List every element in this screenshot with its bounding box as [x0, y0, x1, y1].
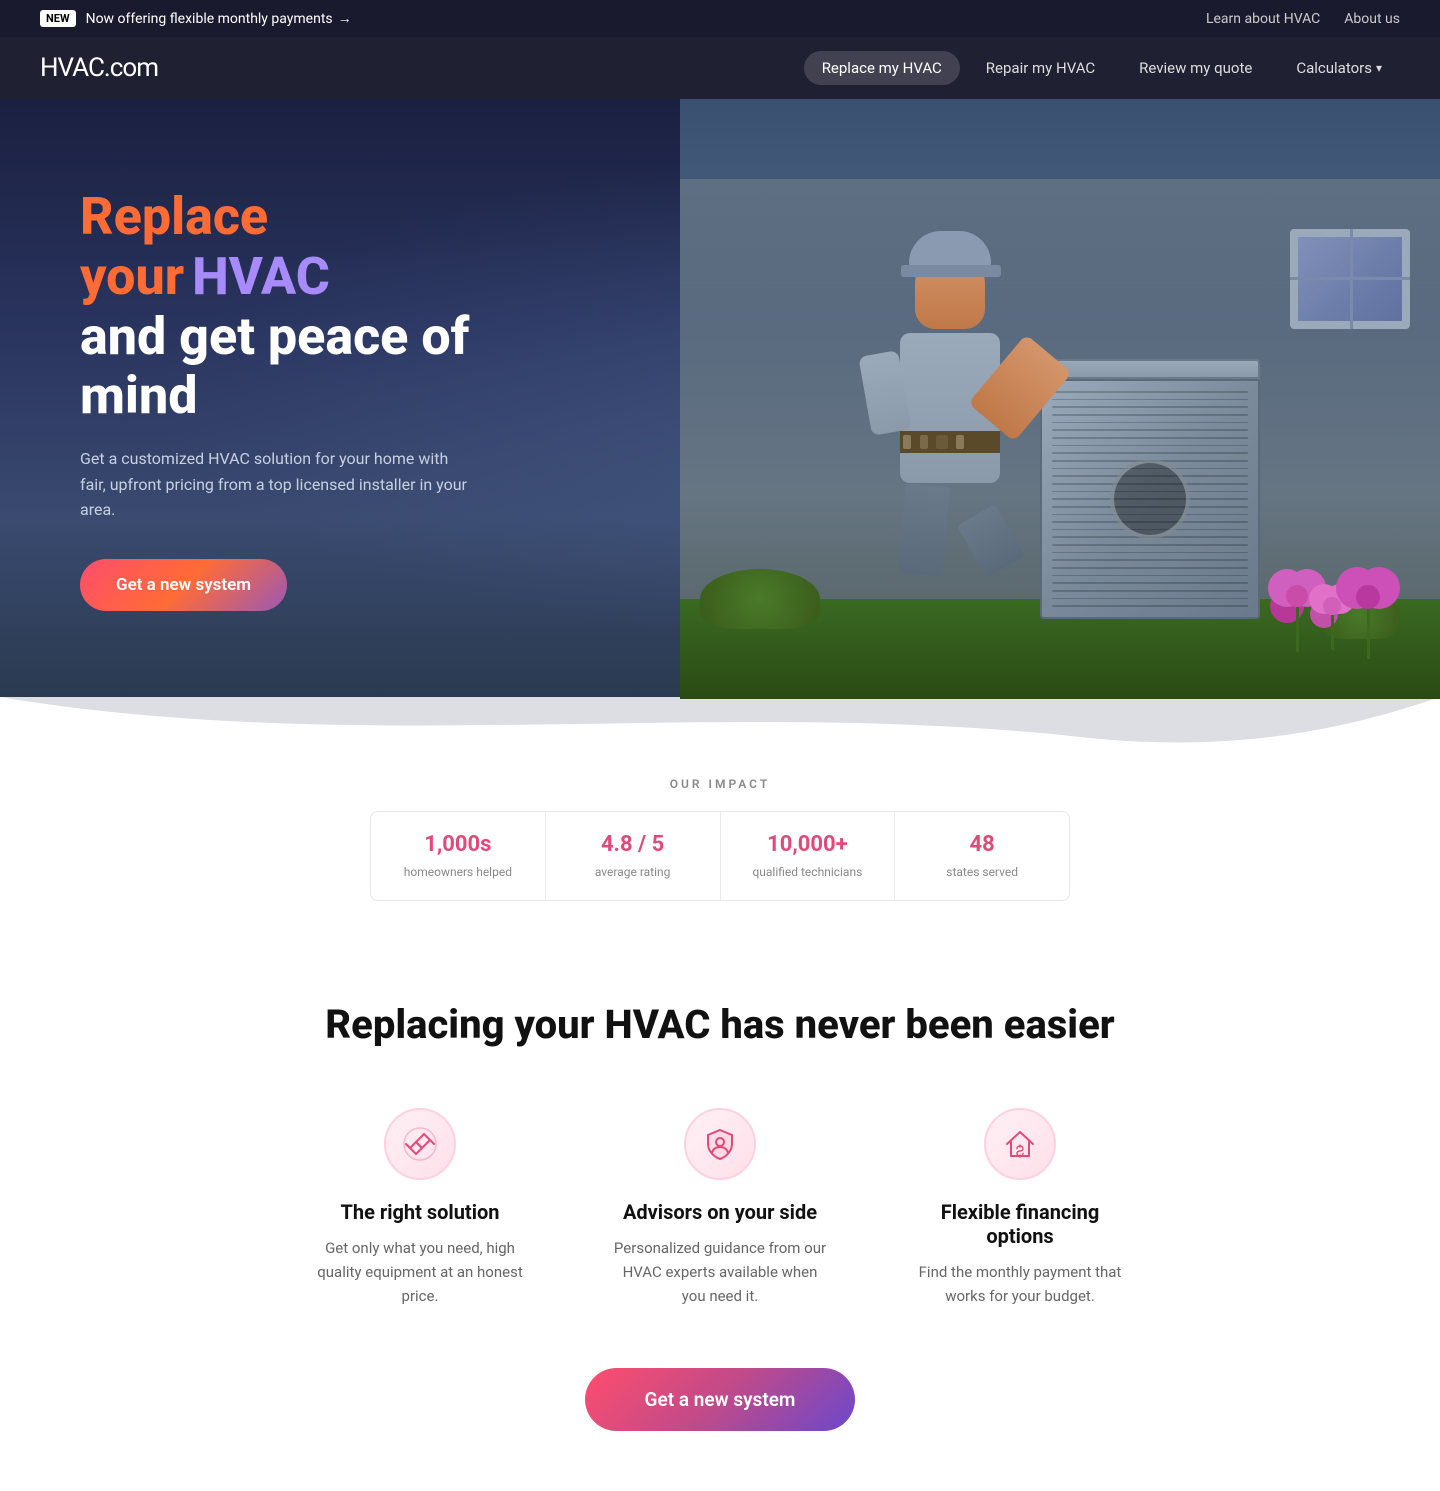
about-us-link[interactable]: About us [1344, 11, 1400, 27]
feature-desc-2: Find the monthly payment that works for … [910, 1260, 1130, 1308]
impact-desc-3: states served [946, 865, 1018, 879]
tech-cap-brim [901, 265, 1001, 277]
advisor-icon [684, 1108, 756, 1180]
tech-cap [909, 231, 991, 269]
banner-link[interactable]: Now offering flexible monthly payments → [86, 10, 352, 27]
impact-number-0: 1,000s [395, 832, 521, 857]
flower-2 [1323, 585, 1341, 659]
advisor-svg [702, 1126, 738, 1162]
feature-title-1: Advisors on your side [610, 1200, 830, 1224]
nav-calculators[interactable]: Calculators ▾ [1278, 51, 1400, 85]
flower-3 [1356, 585, 1380, 659]
hvac-top [1040, 359, 1260, 379]
financing-icon [984, 1108, 1056, 1180]
tech-belt [900, 431, 1000, 453]
impact-stats: 1,000s homeowners helped 4.8 / 5 average… [370, 811, 1070, 901]
navigation: HVAC.com Replace my HVAC Repair my HVAC … [0, 37, 1440, 99]
nav-links: Replace my HVAC Repair my HVAC Review my… [804, 51, 1400, 85]
impact-stat-2: 10,000+ qualified technicians [721, 812, 896, 900]
impact-stat-0: 1,000s homeowners helped [371, 812, 546, 900]
flowers [1286, 585, 1380, 659]
nav-repair-hvac[interactable]: Repair my HVAC [968, 51, 1113, 85]
technician-figure [850, 249, 1050, 629]
easy-title: Replacing your HVAC has never been easie… [40, 1001, 1400, 1048]
feature-item-0: The right solution Get only what you nee… [310, 1108, 530, 1308]
impact-desc-2: qualified technicians [752, 865, 862, 879]
impact-stat-1: 4.8 / 5 average rating [546, 812, 721, 900]
hero-cta-button[interactable]: Get a new system [80, 559, 287, 611]
impact-label: OUR IMPACT [40, 777, 1400, 791]
impact-desc-1: average rating [595, 865, 671, 879]
flower-head-1 [1286, 585, 1308, 607]
impact-number-3: 48 [919, 832, 1045, 857]
learn-about-link[interactable]: Learn about HVAC [1206, 11, 1320, 27]
logo-domain: .com [104, 53, 158, 83]
nav-replace-hvac[interactable]: Replace my HVAC [804, 51, 960, 85]
hero-section: Replace yourHVAC and get peace of mind G… [0, 99, 1440, 699]
chevron-down-icon: ▾ [1376, 61, 1382, 75]
flower-stem-2 [1331, 615, 1334, 650]
tech-leg-right [957, 504, 1025, 578]
tech-left-arm [858, 350, 911, 436]
hero-title-white: and get peace of mind [80, 307, 470, 427]
impact-desc-0: homeowners helped [404, 865, 512, 879]
wave-svg [0, 697, 1440, 757]
feature-title-0: The right solution [310, 1200, 530, 1224]
flower-stem-1 [1296, 607, 1299, 652]
impact-number-1: 4.8 / 5 [570, 832, 696, 857]
handshake-icon [384, 1108, 456, 1180]
nav-calculators-label: Calculators [1296, 59, 1372, 77]
feature-desc-0: Get only what you need, high quality equ… [310, 1236, 530, 1308]
banner-right: Learn about HVAC About us [1206, 11, 1400, 27]
nav-review-quote[interactable]: Review my quote [1121, 51, 1270, 85]
flower-head-3 [1356, 585, 1380, 609]
site-logo[interactable]: HVAC.com [40, 53, 158, 83]
window-divider-v [1350, 229, 1353, 329]
hvac-unit-container [1040, 359, 1260, 619]
tech-legs [850, 485, 1050, 575]
hero-title-purple: HVAC [192, 246, 330, 307]
handshake-svg [402, 1126, 438, 1162]
top-banner: NEW Now offering flexible monthly paymen… [0, 0, 1440, 37]
flower-stem-3 [1367, 609, 1370, 659]
banner-message: Now offering flexible monthly payments [86, 11, 333, 27]
feature-item-2: Flexible financing options Find the mont… [910, 1108, 1130, 1308]
flower-head-2 [1323, 597, 1341, 615]
bush-left [700, 569, 820, 629]
hvac-body [1040, 379, 1260, 619]
hero-subtitle: Get a customized HVAC solution for your … [80, 446, 470, 523]
feature-title-2: Flexible financing options [910, 1200, 1130, 1248]
feature-item-1: Advisors on your side Personalized guida… [610, 1108, 830, 1308]
wave-separator [0, 697, 1440, 757]
hero-title: Replace yourHVAC and get peace of mind [80, 187, 470, 426]
logo-hvac: HVAC [40, 53, 104, 83]
banner-arrow: → [338, 10, 352, 27]
flower-1 [1286, 585, 1308, 659]
tech-body [900, 333, 1000, 483]
easy-section: Replacing your HVAC has never been easie… [0, 941, 1440, 1491]
hero-content: Replace yourHVAC and get peace of mind G… [0, 107, 550, 691]
impact-number-2: 10,000+ [745, 832, 871, 857]
features-grid: The right solution Get only what you nee… [40, 1108, 1400, 1308]
hero-photo-overlay [680, 99, 1440, 699]
banner-left: NEW Now offering flexible monthly paymen… [40, 10, 352, 27]
tech-head [915, 249, 985, 329]
financing-svg [1002, 1126, 1038, 1162]
hero-title-line1: Replace yourHVAC [80, 187, 470, 307]
feature-desc-1: Personalized guidance from our HVAC expe… [610, 1236, 830, 1308]
tech-leg-left [898, 483, 950, 576]
hvac-fan [1110, 459, 1190, 539]
new-badge: NEW [40, 10, 76, 27]
impact-stat-3: 48 states served [895, 812, 1069, 900]
impact-section: OUR IMPACT 1,000s homeowners helped 4.8 … [0, 757, 1440, 941]
